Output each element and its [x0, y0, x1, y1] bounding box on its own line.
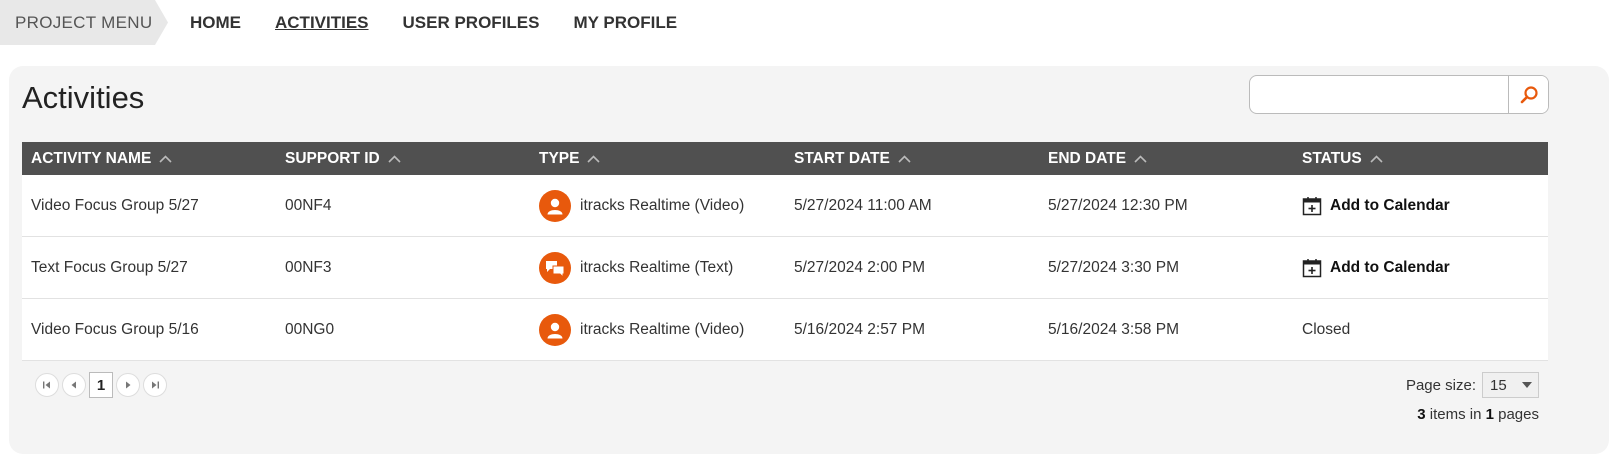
project-menu-button[interactable]: PROJECT MENU: [0, 0, 168, 45]
activity-name: Video Focus Group 5/27: [31, 196, 199, 214]
pager: 1 Page size: 15 3 items in 1 pages: [22, 364, 1548, 442]
top-navigation: PROJECT MENU HOME ACTIVITIES USER PROFIL…: [0, 0, 1618, 45]
search-button[interactable]: [1508, 76, 1548, 113]
nav-link-activities[interactable]: ACTIVITIES: [275, 13, 369, 33]
status-text: Closed: [1302, 320, 1351, 338]
end-date: 5/16/2024 3:58 PM: [1048, 320, 1179, 338]
table-row: Video Focus Group 5/16 00NG0 itracks Rea…: [22, 299, 1548, 361]
pages-count: 1: [1485, 406, 1494, 423]
end-date: 5/27/2024 12:30 PM: [1048, 196, 1188, 214]
column-header-activity-name[interactable]: ACTIVITY NAME: [22, 142, 276, 175]
activities-panel: Activities ACTIVITY NAME SUPPORT ID TYPE…: [9, 66, 1609, 454]
add-to-calendar-link[interactable]: Add to Calendar: [1302, 258, 1450, 278]
table-row: Video Focus Group 5/27 00NF4 itracks Rea…: [22, 175, 1548, 237]
table-header: ACTIVITY NAME SUPPORT ID TYPE START DATE…: [22, 142, 1548, 175]
current-page: 1: [89, 372, 113, 398]
column-header-status[interactable]: STATUS: [1293, 142, 1548, 175]
last-page-button[interactable]: [143, 373, 167, 397]
activities-table: ACTIVITY NAME SUPPORT ID TYPE START DATE…: [22, 142, 1548, 361]
search-box: [1249, 75, 1549, 114]
page-title: Activities: [22, 80, 145, 115]
page-size-value: 15: [1490, 376, 1507, 394]
dropdown-arrow-icon: [1522, 382, 1532, 388]
support-id: 00NG0: [285, 320, 335, 338]
nav-links: HOME ACTIVITIES USER PROFILES MY PROFILE: [190, 0, 711, 45]
nav-link-home[interactable]: HOME: [190, 13, 241, 33]
calendar-add-icon: [1302, 258, 1322, 277]
person-icon: [539, 189, 571, 222]
pager-info: 3 items in 1 pages: [1417, 406, 1539, 423]
sort-up-icon: [1370, 154, 1383, 163]
last-page-icon: [152, 381, 159, 389]
start-date: 5/16/2024 2:57 PM: [794, 320, 925, 338]
column-header-type[interactable]: TYPE: [530, 142, 785, 175]
calendar-add-icon: [1302, 196, 1322, 215]
end-date: 5/27/2024 3:30 PM: [1048, 258, 1179, 276]
first-page-button[interactable]: [35, 373, 59, 397]
search-input[interactable]: [1250, 76, 1508, 113]
activity-type: itracks Realtime (Text): [530, 237, 785, 298]
activity-type-label: itracks Realtime (Video): [580, 196, 745, 214]
sort-up-icon: [898, 154, 911, 163]
sort-up-icon: [388, 154, 401, 163]
items-in-label: items in: [1429, 406, 1482, 423]
start-date: 5/27/2024 2:00 PM: [794, 258, 925, 276]
table-row: Text Focus Group 5/27 00NF3 itracks Real…: [22, 237, 1548, 299]
support-id: 00NF3: [285, 258, 332, 276]
page-size-label: Page size:: [1405, 376, 1476, 394]
column-header-end-date[interactable]: END DATE: [1039, 142, 1293, 175]
person-icon: [539, 313, 571, 346]
activity-type: itracks Realtime (Video): [530, 175, 785, 236]
page-size-select[interactable]: 15: [1482, 372, 1539, 398]
activity-name: Video Focus Group 5/16: [31, 320, 199, 338]
sort-up-icon: [1134, 154, 1147, 163]
next-page-button[interactable]: [116, 373, 140, 397]
sort-up-icon: [587, 154, 601, 163]
nav-link-my-profile[interactable]: MY PROFILE: [573, 13, 677, 33]
pages-label: pages: [1498, 406, 1539, 423]
previous-page-icon: [71, 381, 76, 389]
status-cell: Add to Calendar: [1293, 175, 1548, 236]
first-page-icon: [43, 381, 50, 389]
items-count: 3: [1417, 406, 1426, 423]
page-size-control: Page size: 15: [1406, 372, 1539, 398]
next-page-icon: [126, 381, 131, 389]
status-cell: Add to Calendar: [1293, 237, 1548, 298]
previous-page-button[interactable]: [62, 373, 86, 397]
column-header-start-date[interactable]: START DATE: [785, 142, 1039, 175]
activity-name: Text Focus Group 5/27: [31, 258, 188, 276]
sort-up-icon: [159, 154, 172, 163]
chat-bubbles-icon: [539, 251, 571, 284]
nav-link-user-profiles[interactable]: USER PROFILES: [403, 13, 540, 33]
support-id: 00NF4: [285, 196, 332, 214]
activity-type-label: itracks Realtime (Video): [580, 320, 745, 338]
pager-buttons: 1: [35, 372, 170, 398]
start-date: 5/27/2024 11:00 AM: [794, 196, 932, 214]
add-to-calendar-link[interactable]: Add to Calendar: [1302, 196, 1450, 216]
column-header-support-id[interactable]: SUPPORT ID: [276, 142, 530, 175]
search-icon: [1520, 85, 1538, 103]
activity-type-label: itracks Realtime (Text): [580, 258, 734, 276]
activity-type: itracks Realtime (Video): [530, 299, 785, 360]
